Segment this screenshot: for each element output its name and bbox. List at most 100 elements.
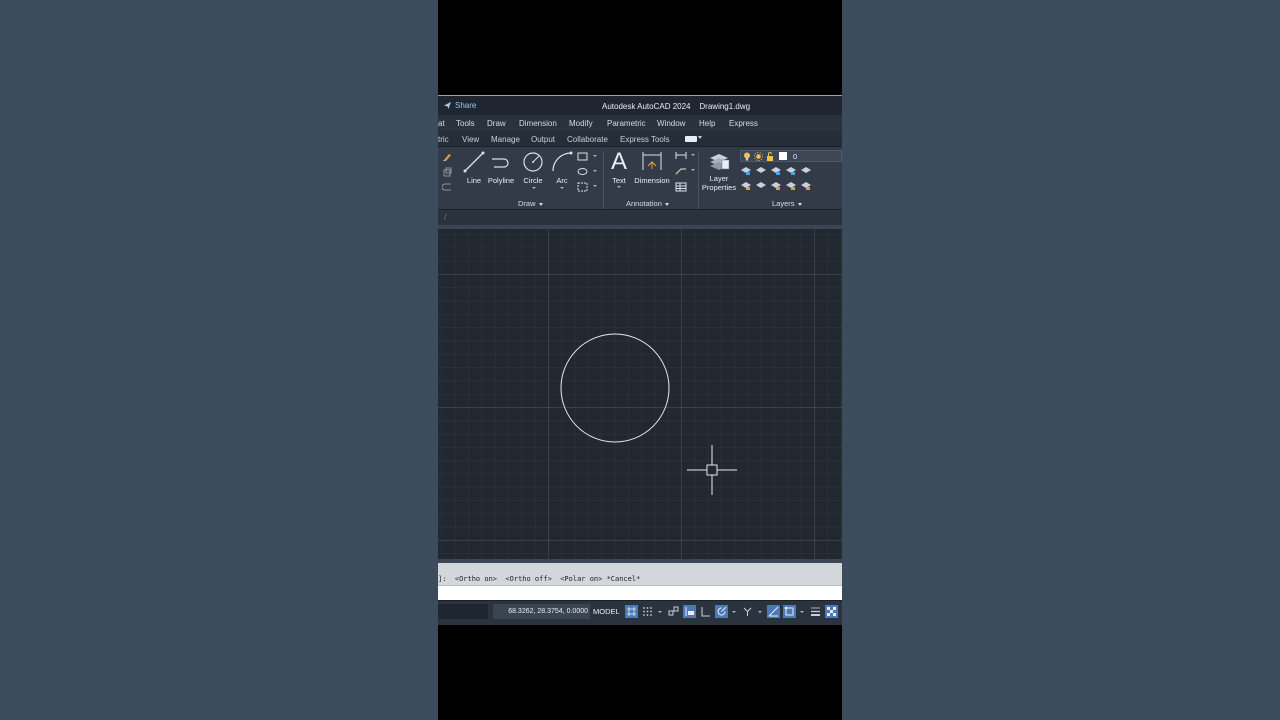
drawing-canvas[interactable] <box>438 229 842 559</box>
command-history-text: ]: <Ortho on> <Ortho off> <Polar on> *Ca… <box>438 575 641 583</box>
layer-tools-icon[interactable] <box>740 164 816 194</box>
arc-tool-button[interactable]: Arc <box>550 150 574 189</box>
text-icon: A <box>611 148 627 174</box>
menu-item-window[interactable]: Window <box>657 119 685 128</box>
dynamic-input-toggle[interactable] <box>683 605 696 618</box>
dimension-icon <box>642 152 662 170</box>
chevron-down-icon[interactable] <box>691 169 695 171</box>
annotation-panel-title[interactable]: Annotation <box>626 199 669 210</box>
snap-toggle[interactable] <box>641 605 654 618</box>
polar-tracking-toggle[interactable] <box>715 605 728 618</box>
menu-item-parametric[interactable]: Parametric <box>607 119 646 128</box>
layer-color-swatch <box>779 152 787 160</box>
object-snap-tracking-toggle[interactable] <box>767 605 780 618</box>
lightbulb-icon <box>744 152 750 161</box>
layer-dropdown[interactable]: 0 <box>740 150 842 162</box>
constraint-icon <box>668 606 679 616</box>
polyline-icon <box>492 158 509 168</box>
video-frame: Share Autodesk AutoCAD 2024 Drawing1.dwg… <box>438 0 842 720</box>
chevron-down-icon[interactable] <box>758 611 762 613</box>
layout-tabs[interactable] <box>438 604 488 619</box>
layers-panel-title[interactable]: Layers <box>772 199 802 210</box>
menu-item-tools[interactable]: Tools <box>456 119 475 128</box>
polyline-tool-button[interactable]: Polyline <box>486 150 516 185</box>
panel-divider <box>698 151 699 209</box>
line-label: Line <box>466 176 482 185</box>
chevron-down-icon[interactable] <box>560 187 564 189</box>
dimension-tool-button[interactable]: Dimension <box>632 150 672 185</box>
tab-output[interactable]: Output <box>531 135 555 144</box>
object-snap-toggle[interactable] <box>783 605 796 618</box>
layer-properties-label-1: Layer <box>709 174 729 183</box>
sun-icon <box>754 152 763 161</box>
layer-properties-label-2: Properties <box>701 183 737 192</box>
isodraft-toggle[interactable] <box>741 605 754 618</box>
object-snap-icon <box>784 606 794 616</box>
menu-item-express[interactable]: Express <box>729 119 758 128</box>
chevron-down-icon[interactable] <box>800 611 804 613</box>
app-title: Autodesk AutoCAD 2024 Drawing1.dwg <box>602 102 751 111</box>
lineweight-toggle[interactable] <box>809 605 822 618</box>
crosshair-cursor <box>687 445 737 495</box>
chevron-down-icon[interactable] <box>593 155 597 157</box>
draw-panel-title[interactable]: Draw <box>518 199 543 210</box>
circle-tool-button[interactable]: Circle <box>520 150 546 189</box>
lineweight-icon <box>811 607 820 616</box>
linear-dimension-icon[interactable] <box>675 151 687 160</box>
menu-item-dimension[interactable]: Dimension <box>519 119 557 128</box>
chevron-down-icon[interactable] <box>691 154 695 156</box>
layers-panel-title-label: Layers <box>772 199 795 208</box>
pencil-icon[interactable] <box>442 152 452 162</box>
menu-item-format[interactable]: at <box>438 119 445 128</box>
transparency-toggle[interactable] <box>825 605 838 618</box>
table-icon[interactable] <box>675 182 687 192</box>
tab-parametric[interactable]: tric <box>438 135 449 144</box>
share-button[interactable]: Share <box>443 101 476 110</box>
coordinate-readout[interactable]: 68.3262, 28.3754, 0.0000 <box>493 604 590 619</box>
chevron-down-icon[interactable] <box>698 136 702 139</box>
draw-panel-title-label: Draw <box>518 199 536 208</box>
tab-manage[interactable]: Manage <box>491 135 520 144</box>
tab-collaborate[interactable]: Collaborate <box>567 135 608 144</box>
tab-view[interactable]: View <box>462 135 479 144</box>
dimension-label: Dimension <box>634 176 670 185</box>
chevron-down-icon[interactable] <box>532 187 536 189</box>
snap-icon <box>643 607 652 616</box>
menu-item-modify[interactable]: Modify <box>569 119 593 128</box>
copy-icon[interactable] <box>442 167 452 177</box>
chevron-down-icon[interactable] <box>617 186 621 188</box>
chevron-down-icon[interactable] <box>658 611 662 613</box>
offset-icon[interactable] <box>442 182 452 192</box>
command-input[interactable] <box>438 585 842 600</box>
layer-properties-icon <box>710 154 730 170</box>
tab-express-tools[interactable]: Express Tools <box>620 135 670 144</box>
layer-properties-button[interactable]: Layer Properties <box>700 150 738 192</box>
ortho-toggle[interactable] <box>699 605 712 618</box>
line-tool-button[interactable]: Line <box>461 150 487 185</box>
chevron-down-icon[interactable] <box>732 611 736 613</box>
tab-separator: / <box>444 212 447 222</box>
text-tool-button[interactable]: A Text <box>608 148 630 188</box>
arc-icon <box>552 151 573 172</box>
chevron-down-icon[interactable] <box>593 185 597 187</box>
chevron-down-icon[interactable] <box>593 170 597 172</box>
ellipse-icon[interactable] <box>577 167 589 176</box>
chevron-down-icon <box>797 202 802 206</box>
chevron-down-icon <box>664 202 669 206</box>
transparency-icon <box>827 607 836 616</box>
file-tab-strip: / <box>438 210 842 225</box>
menu-item-draw[interactable]: Draw <box>487 119 506 128</box>
line-icon <box>463 151 485 173</box>
unlock-icon <box>767 152 773 161</box>
model-space-button[interactable]: MODEL <box>593 604 620 619</box>
infer-constraints-toggle[interactable] <box>667 605 680 618</box>
grid-toggle[interactable] <box>625 605 638 618</box>
polar-icon <box>717 606 727 616</box>
drawn-circle[interactable] <box>560 333 670 443</box>
menu-item-help[interactable]: Help <box>699 119 715 128</box>
rectangle-icon[interactable] <box>577 152 589 161</box>
leader-icon[interactable] <box>675 166 687 175</box>
hatch-icon[interactable] <box>577 182 589 192</box>
title-bar: Share Autodesk AutoCAD 2024 Drawing1.dwg <box>438 95 842 115</box>
workspace-toggle-icon[interactable] <box>685 136 697 142</box>
